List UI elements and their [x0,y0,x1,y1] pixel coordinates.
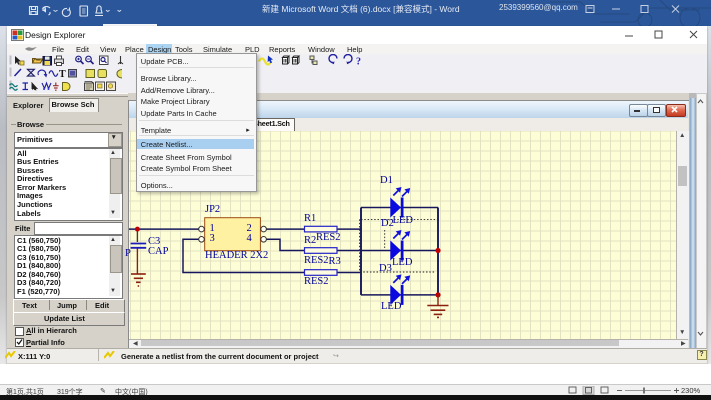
svg-text:?: ? [356,56,361,67]
svg-text:T: T [59,69,66,80]
